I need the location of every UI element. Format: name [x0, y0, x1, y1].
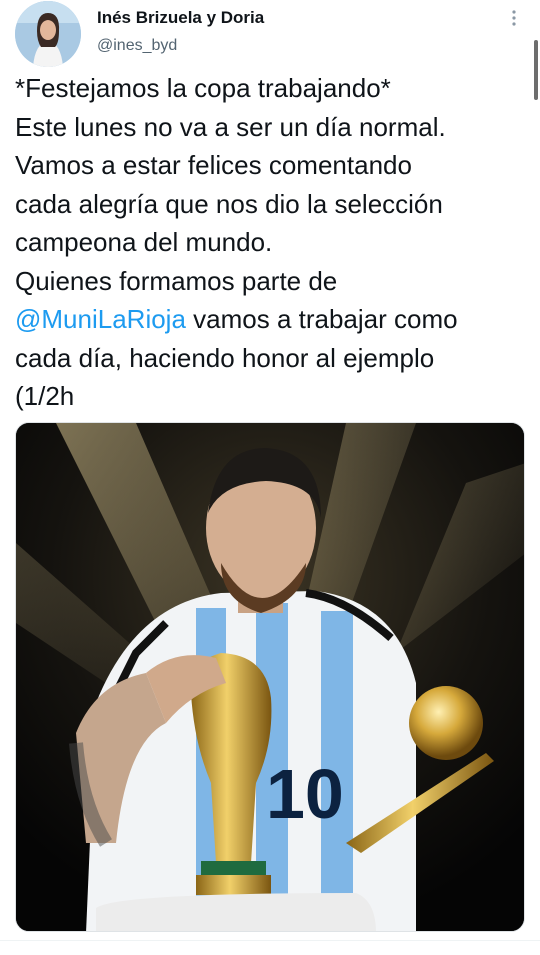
tweet-text: *Festejamos la copa trabajando* Este lun…: [15, 69, 515, 416]
tweet-line: campeona del mundo.: [15, 227, 273, 257]
tweet-line: cada día, haciendo honor al ejemplo: [15, 342, 435, 373]
scrollbar[interactable]: [534, 40, 538, 100]
tweet-line: cada alegría que nos dio la selección: [15, 188, 443, 219]
tweet-header: Inés Brizuela y Doria @ines_byd: [0, 0, 540, 70]
tweet-line: Vamos a estar felices comentando: [15, 150, 412, 180]
svg-text:10: 10: [266, 755, 344, 833]
more-options-icon[interactable]: [506, 8, 522, 28]
tweet-line: (1/2h: [15, 381, 75, 411]
tweet-line-with-mention: @MuniLaRioja vamos a trabajar como: [15, 300, 515, 339]
tweet-line: Quienes formamos parte de: [15, 265, 338, 296]
author-handle[interactable]: @ines_byd: [97, 37, 177, 55]
tweet-line: Este lunes no va a ser un día normal.: [15, 111, 446, 142]
tweet-photo[interactable]: 10: [15, 422, 525, 932]
author-name[interactable]: Inés Brizuela y Doria: [97, 8, 264, 28]
mention-link[interactable]: @MuniLaRioja: [15, 304, 186, 334]
tweet-line-rest: vamos a trabajar como: [185, 304, 458, 334]
author-avatar[interactable]: [15, 1, 81, 67]
tweet-line: *Festejamos la copa trabajando*: [15, 73, 391, 103]
divider: [0, 940, 540, 941]
